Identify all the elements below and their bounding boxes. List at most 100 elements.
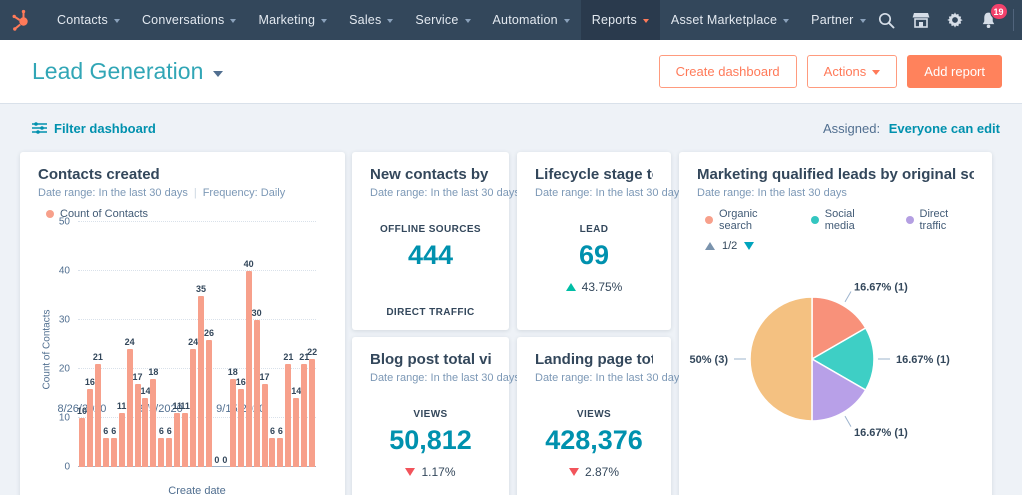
bar[interactable] [301,364,307,467]
card-title[interactable]: Blog post total views a... [370,351,491,368]
bar[interactable] [142,398,148,467]
bar[interactable] [285,364,291,467]
nav-item-marketing[interactable]: Marketing [247,0,338,40]
bar[interactable] [174,413,180,467]
card-title[interactable]: Marketing qualified leads by original so… [697,166,974,183]
nav-item-asset-marketplace[interactable]: Asset Marketplace [660,0,800,40]
bar[interactable] [309,359,315,467]
nav-item-service[interactable]: Service [404,0,481,40]
bar-slot[interactable]: 21 [94,222,102,467]
bar-slot[interactable]: 18 [149,222,157,467]
pie-chart: 16.67% (1)16.67% (1)16.67% (1)50% (3) [679,232,992,495]
bar[interactable] [254,320,260,467]
bar[interactable] [206,340,212,467]
card-landing-page-total-views: Landing page total vie... Date range: In… [517,337,671,495]
pie-slice[interactable] [750,297,812,421]
bar-slot[interactable]: 17 [261,222,269,467]
bar[interactable] [87,389,93,467]
metric-label: OFFLINE SOURCES [352,224,509,235]
dashboard-title-dropdown-icon[interactable] [213,71,223,77]
bar-slot[interactable]: 22 [308,222,316,467]
bar[interactable] [198,296,204,468]
bar-slot[interactable]: 0 [221,222,229,467]
bar[interactable] [79,418,85,467]
bar-slot[interactable]: 14 [292,222,300,467]
bar-slot[interactable]: 18 [229,222,237,467]
chevron-down-icon [783,19,789,23]
bar-slot[interactable]: 17 [134,222,142,467]
filter-dashboard-button[interactable]: Filter dashboard [32,121,156,136]
bar-slot[interactable]: 35 [197,222,205,467]
filter-lines-icon [32,122,47,134]
bar-slot[interactable]: 6 [110,222,118,467]
dashboard-title-text[interactable]: Lead Generation [32,58,203,85]
bar[interactable] [277,438,283,467]
meta-separator: | [194,187,197,199]
legend-item-organic-search[interactable]: Organic search [705,208,789,232]
bar[interactable] [127,349,133,467]
card-title[interactable]: Lifecycle stage totals [535,166,653,183]
notification-badge: 19 [990,3,1008,20]
nav-item-sales[interactable]: Sales [338,0,404,40]
bar[interactable] [111,438,117,467]
bar[interactable] [293,398,299,467]
settings-gear-icon[interactable] [945,10,965,30]
metric-label: LEAD [517,224,671,235]
metric-value: 69 [517,240,671,271]
bar-slot[interactable]: 24 [126,222,134,467]
card-title[interactable]: Contacts created [38,166,327,183]
search-icon[interactable] [877,10,897,30]
bar-slot[interactable]: 6 [157,222,165,467]
bar-slot[interactable]: 6 [165,222,173,467]
bar[interactable] [246,271,252,467]
nav-item-label: Sales [349,13,381,27]
bar[interactable] [103,438,109,467]
notifications-bell-icon[interactable]: 19 [979,10,999,30]
bar[interactable] [262,384,268,467]
nav-item-automation[interactable]: Automation [482,0,581,40]
bar-slot[interactable]: 10 [78,222,86,467]
create-dashboard-button[interactable]: Create dashboard [659,55,797,88]
chevron-down-icon [860,19,866,23]
bar-slot[interactable]: 0 [213,222,221,467]
pie-slice-label: 16.67% (1) [896,354,950,366]
nav-item-reports[interactable]: Reports [581,0,660,40]
bar-slot[interactable]: 21 [284,222,292,467]
assigned-value-link[interactable]: Everyone can edit [889,121,1000,136]
nav-item-partner[interactable]: Partner [800,0,876,40]
actions-button[interactable]: Actions [807,55,898,88]
bar-slot[interactable]: 24 [189,222,197,467]
nav-item-label: Service [415,13,458,27]
bar-slot[interactable]: 30 [253,222,261,467]
bar[interactable] [230,379,236,467]
legend-item-direct-traffic[interactable]: Direct traffic [906,208,975,232]
bar[interactable] [182,413,188,467]
bar-slot[interactable]: 16 [86,222,94,467]
card-title[interactable]: New contacts by source [370,166,491,183]
bar[interactable] [190,349,196,467]
delta-value: 2.87% [585,465,619,479]
bar-slot[interactable]: 40 [245,222,253,467]
bar-slot[interactable]: 26 [205,222,213,467]
bar-slot[interactable]: 11 [173,222,181,467]
bar[interactable] [269,438,275,467]
bar[interactable] [119,413,125,467]
marketplace-icon[interactable] [911,10,931,30]
nav-divider [1013,9,1014,31]
bar[interactable] [158,438,164,467]
add-report-button[interactable]: Add report [907,55,1002,88]
bar[interactable] [95,364,101,467]
bar[interactable] [150,379,156,467]
bar-slot[interactable]: 21 [300,222,308,467]
bar-slot[interactable]: 6 [269,222,277,467]
legend-item-social-media[interactable]: Social media [811,208,884,232]
bar-slot[interactable]: 6 [276,222,284,467]
nav-item-conversations[interactable]: Conversations [131,0,248,40]
card-title[interactable]: Landing page total vie... [535,351,653,368]
bar[interactable] [166,438,172,467]
hubspot-logo[interactable] [0,0,46,40]
bar-slot[interactable]: 14 [142,222,150,467]
bar[interactable] [238,389,244,467]
bar-slot[interactable]: 6 [102,222,110,467]
nav-item-contacts[interactable]: Contacts [46,0,131,40]
